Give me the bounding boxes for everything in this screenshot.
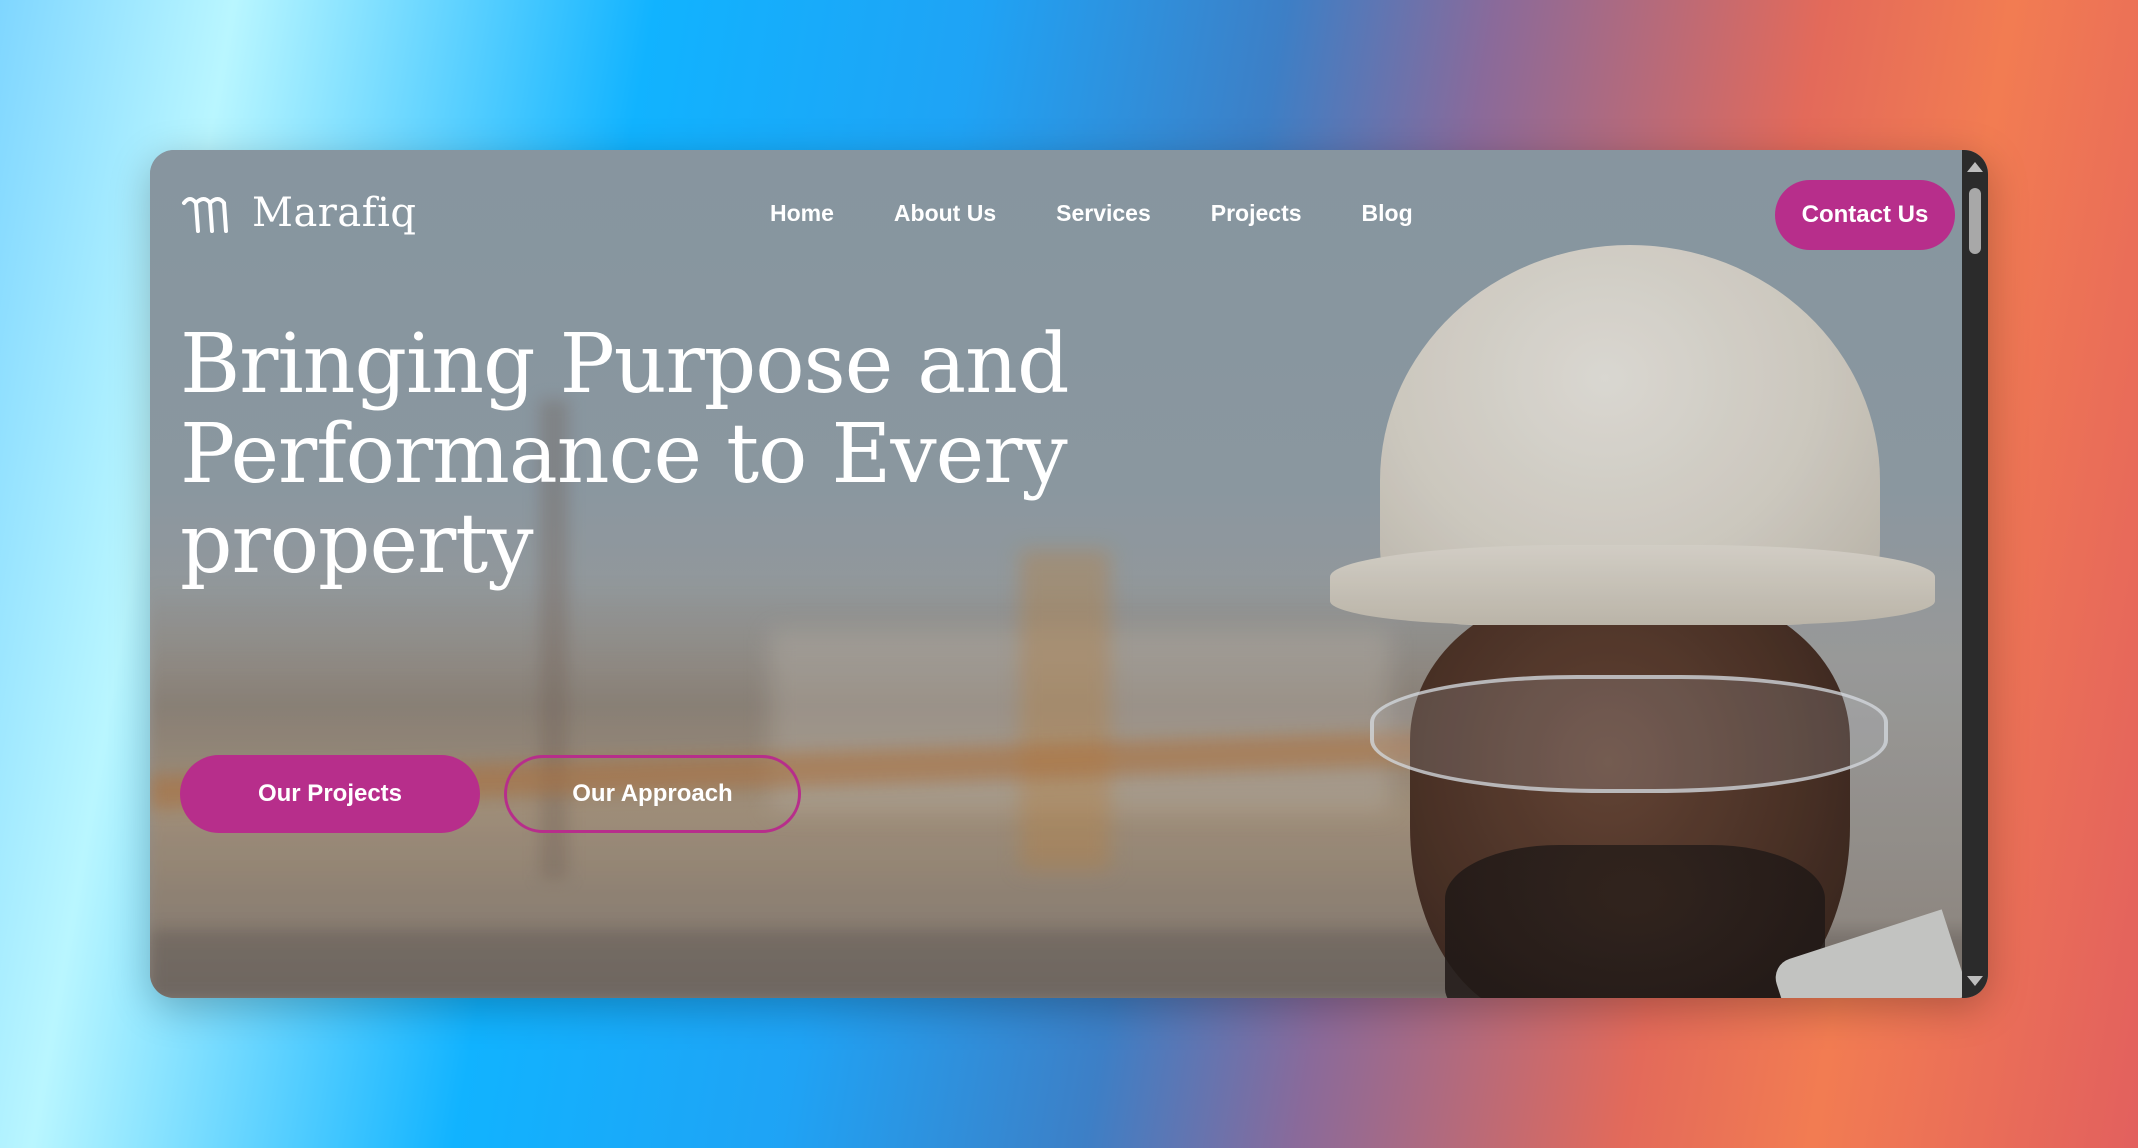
scrollbar-thumb[interactable] (1969, 188, 1981, 254)
brand-logo[interactable]: Marafiq (180, 190, 416, 236)
headline-line-1: Bringing Purpose and (180, 317, 1069, 412)
main-nav: Home About Us Services Projects Blog (770, 200, 1413, 227)
our-projects-button[interactable]: Our Projects (180, 755, 480, 833)
nav-item-home[interactable]: Home (770, 200, 834, 227)
vertical-scrollbar[interactable] (1962, 150, 1988, 998)
nav-item-about-us[interactable]: About Us (894, 200, 996, 227)
brand-name: Marafiq (252, 190, 417, 236)
nav-item-services[interactable]: Services (1056, 200, 1151, 227)
browser-window: Marafiq Home About Us Services Projects … (150, 150, 1988, 998)
scroll-up-arrow-icon[interactable] (1967, 162, 1983, 172)
hero-headline: Bringing Purpose and Performance to Ever… (180, 320, 1080, 590)
marafiq-logo-icon (182, 197, 228, 233)
headline-line-2: Performance to Every (180, 407, 1068, 502)
scroll-down-arrow-icon[interactable] (1967, 976, 1983, 986)
our-approach-button[interactable]: Our Approach (504, 755, 801, 833)
nav-item-blog[interactable]: Blog (1362, 200, 1413, 227)
headline-line-3: property (180, 497, 534, 592)
contact-us-button[interactable]: Contact Us (1775, 180, 1955, 250)
nav-item-projects[interactable]: Projects (1211, 200, 1302, 227)
